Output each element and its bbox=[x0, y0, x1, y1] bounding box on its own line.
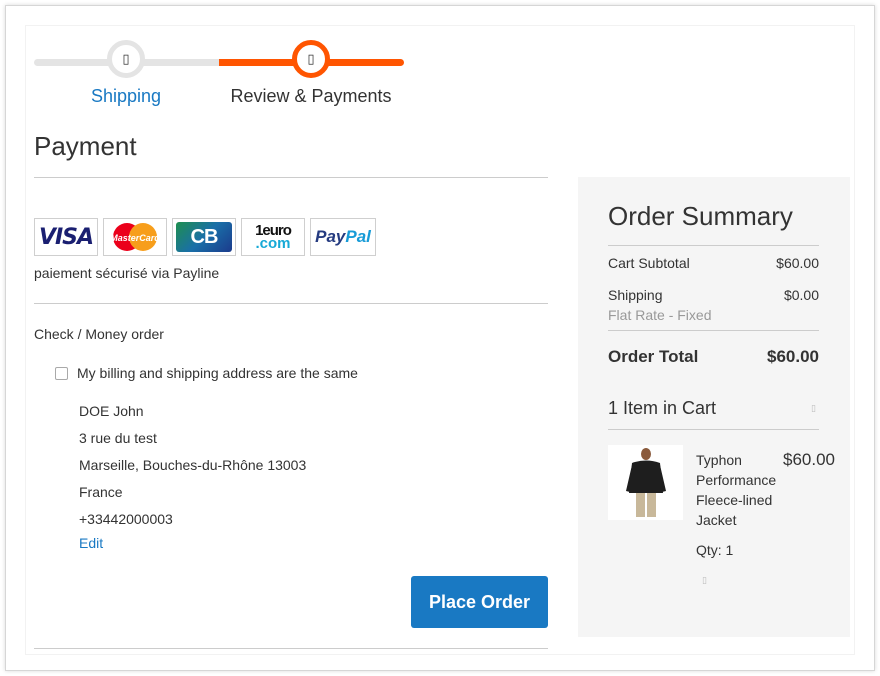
step-review-marker: ▯ bbox=[292, 40, 330, 78]
view-details-icon[interactable]: ▯ bbox=[702, 575, 707, 586]
step-shipping-marker[interactable]: ▯ bbox=[107, 40, 145, 78]
address-phone: +33442000003 bbox=[79, 511, 173, 527]
items-in-cart-toggle[interactable]: 1 Item in Cart bbox=[608, 398, 716, 419]
step-shipping-link[interactable]: Shipping bbox=[36, 86, 216, 107]
product-price: $60.00 bbox=[783, 450, 835, 469]
order-summary-panel: Order Summary Cart Subtotal $60.00 Shipp… bbox=[578, 177, 850, 637]
1euro-logo: 1euro .com bbox=[241, 218, 305, 256]
product-thumbnail bbox=[608, 445, 683, 520]
payment-method-title: Check / Money order bbox=[34, 326, 164, 342]
step-marker-icon: ▯ bbox=[307, 51, 315, 66]
divider bbox=[608, 429, 819, 430]
product-qty: Qty: 1 bbox=[696, 542, 734, 558]
edit-address-link[interactable]: Edit bbox=[79, 535, 103, 551]
divider bbox=[34, 177, 548, 178]
address-name: DOE John bbox=[79, 403, 144, 419]
billing-address: DOE John 3 rue du test Marseille, Bouche… bbox=[79, 398, 306, 533]
chevron-up-icon[interactable]: ▯ bbox=[811, 403, 816, 414]
place-order-button[interactable]: Place Order bbox=[411, 576, 548, 628]
cb-logo: CB bbox=[172, 218, 236, 256]
paypal-logo: Pay Pal bbox=[310, 218, 376, 256]
shipping-value: $0.00 bbox=[783, 287, 819, 303]
order-summary-title: Order Summary bbox=[608, 201, 793, 231]
subtotal-value: $60.00 bbox=[776, 255, 819, 271]
shipping-label: Shipping bbox=[608, 287, 663, 303]
divider bbox=[34, 648, 548, 649]
address-country: France bbox=[79, 484, 123, 500]
address-city: Marseille, Bouches-du-Rhône 13003 bbox=[79, 457, 307, 473]
product-name: Typhon Performance Fleece-lined Jacket bbox=[696, 452, 777, 528]
same-address-row[interactable]: My billing and shipping address are the … bbox=[55, 365, 358, 381]
visa-logo: VISA bbox=[34, 218, 98, 256]
payment-logos: VISA MasterCard CB 1euro .com Pay Pal bbox=[34, 218, 376, 256]
divider bbox=[608, 330, 819, 331]
shipping-method: Flat Rate - Fixed bbox=[608, 307, 712, 323]
mastercard-logo: MasterCard bbox=[103, 218, 167, 256]
divider bbox=[34, 303, 548, 304]
order-total-value: $60.00 bbox=[767, 347, 819, 366]
order-total-row: Order Total $60.00 bbox=[608, 347, 819, 367]
subtotal-row: Cart Subtotal $60.00 bbox=[608, 255, 819, 271]
subtotal-label: Cart Subtotal bbox=[608, 255, 690, 271]
order-total-label: Order Total bbox=[608, 347, 699, 366]
step-review-label: Review & Payments bbox=[230, 86, 392, 106]
secure-payment-text: paiement sécurisé via Payline bbox=[34, 265, 220, 281]
same-address-checkbox[interactable] bbox=[55, 366, 68, 380]
shipping-row: Shipping $0.00 bbox=[608, 287, 819, 303]
page-title: Payment bbox=[34, 131, 137, 161]
address-street: 3 rue du test bbox=[79, 430, 157, 446]
same-address-label[interactable]: My billing and shipping address are the … bbox=[77, 365, 358, 381]
step-marker-icon: ▯ bbox=[122, 51, 130, 66]
divider bbox=[608, 245, 819, 246]
